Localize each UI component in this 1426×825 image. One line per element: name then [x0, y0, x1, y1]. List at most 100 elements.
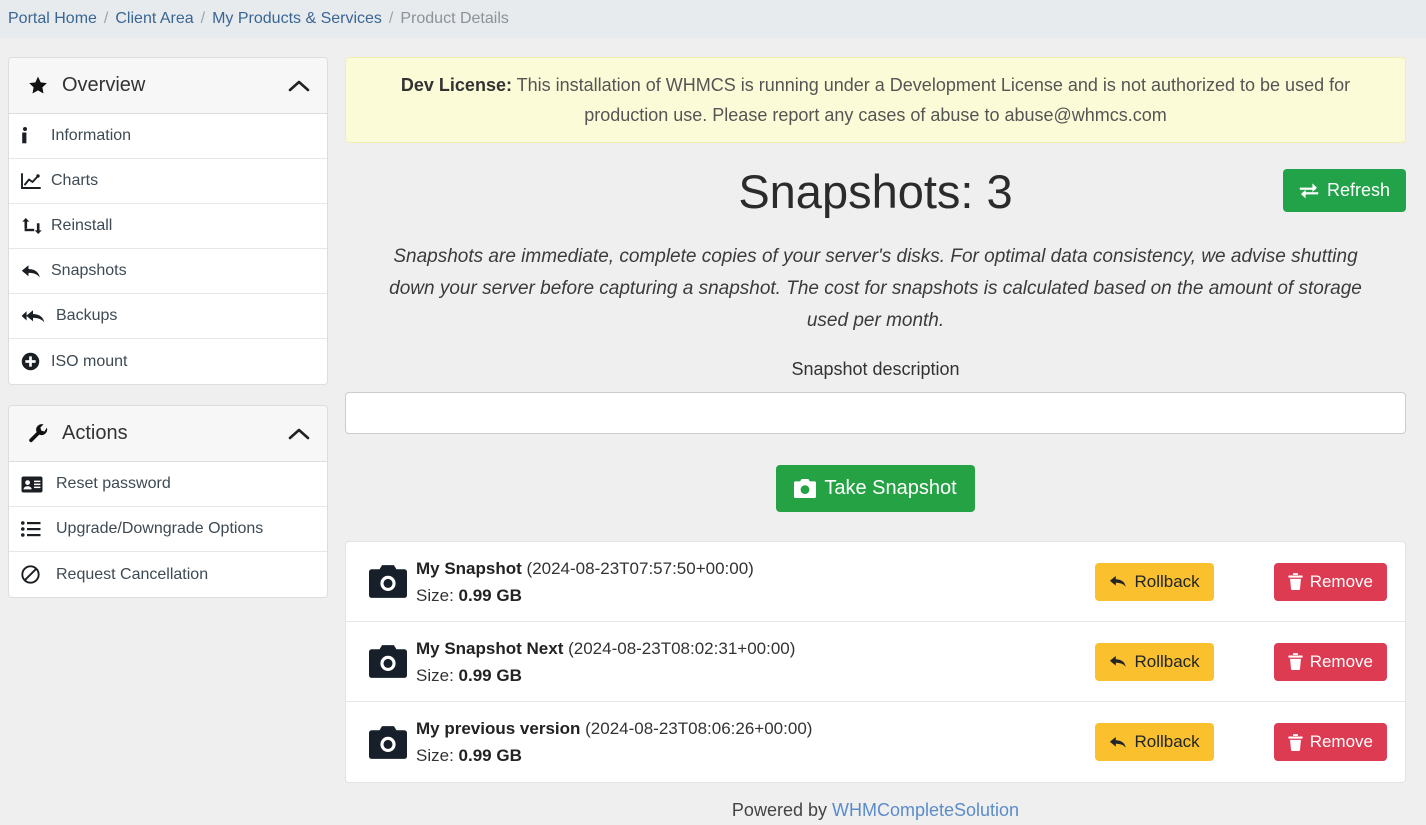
sidebar-item-label: Upgrade/Downgrade Options [56, 520, 264, 537]
sidebar-item-request-cancellation[interactable]: Request Cancellation [9, 552, 327, 597]
breadcrumb-separator: / [388, 10, 394, 27]
take-snapshot-row: Take Snapshot [345, 465, 1406, 512]
remove-button-label: Remove [1309, 651, 1373, 671]
camera-icon [360, 565, 416, 598]
sidebar-item-label: ISO mount [51, 352, 128, 370]
breadcrumb-item-product-details: Product Details [400, 10, 509, 27]
sidebar-panel-actions: Actions Reset password Upgrade/Downgrade… [8, 405, 328, 598]
sidebar-panel-overview: Overview Information Charts Reinstall Sn… [8, 57, 328, 385]
sidebar-item-label: Reinstall [51, 217, 113, 234]
reply-all-icon [21, 308, 49, 325]
remove-button-label: Remove [1309, 732, 1373, 751]
rollback-button-label: Rollback [1134, 651, 1200, 671]
snapshot-size-value: 0.99 GB [458, 746, 522, 765]
reply-icon [21, 263, 45, 280]
refresh-button[interactable]: Refresh [1282, 169, 1406, 212]
ban-icon [21, 565, 49, 584]
footer-prefix: Powered by [731, 800, 832, 820]
table-row: My Snapshot (2024-08-23T07:57:50+00:00) … [346, 542, 1405, 622]
list-icon [21, 521, 49, 537]
sidebar-item-reset-password[interactable]: Reset password [9, 462, 327, 507]
sidebar-panel-overview-title: Overview [62, 74, 146, 96]
take-snapshot-button[interactable]: Take Snapshot [776, 465, 975, 512]
reply-icon [1109, 654, 1127, 669]
intro-text: Snapshots are immediate, complete copies… [389, 246, 1362, 331]
retweet-icon [21, 217, 45, 235]
remove-button[interactable]: Remove [1273, 723, 1387, 761]
plus-circle-icon [21, 352, 45, 371]
rollback-button[interactable]: Rollback [1095, 562, 1214, 601]
reply-icon [1109, 574, 1127, 589]
remove-button[interactable]: Remove [1273, 562, 1387, 601]
sidebar-item-label: Request Cancellation [56, 565, 209, 583]
snapshot-size-value: 0.99 GB [458, 665, 522, 685]
camera-icon [360, 645, 416, 678]
snapshot-size-label: Size: [416, 746, 454, 765]
breadcrumb-item-my-products-services[interactable]: My Products & Services [212, 10, 382, 28]
sidebar-item-snapshots[interactable]: Snapshots [9, 249, 327, 294]
dev-license-alert-strong: Dev License: [400, 75, 512, 95]
snapshot-description-input[interactable] [345, 392, 1406, 434]
chart-line-icon [21, 172, 45, 190]
snapshot-date: (2024-08-23T08:02:31+00:00) [568, 638, 796, 658]
snapshot-info: My previous version (2024-08-23T08:06:26… [416, 715, 1095, 769]
rollback-button-label: Rollback [1134, 732, 1200, 751]
sidebar-item-label: Backups [56, 307, 118, 324]
chevron-up-icon[interactable] [288, 427, 310, 441]
sidebar-item-iso-mount[interactable]: ISO mount [9, 339, 327, 384]
sidebar-panel-actions-title: Actions [62, 422, 128, 444]
snapshot-size-value: 0.99 GB [458, 585, 522, 605]
rollback-button-label: Rollback [1134, 571, 1200, 591]
sidebar-item-label: Charts [51, 172, 99, 189]
refresh-button-label: Refresh [1326, 180, 1390, 200]
exchange-icon [1299, 182, 1319, 199]
breadcrumb-separator: / [103, 10, 109, 27]
star-icon [26, 75, 50, 96]
snapshot-size-label: Size: [416, 665, 454, 685]
breadcrumb: Portal Home / Client Area / My Products … [0, 0, 1426, 38]
snapshot-list: My Snapshot (2024-08-23T07:57:50+00:00) … [345, 541, 1406, 783]
camera-icon [794, 479, 817, 498]
sidebar-item-backups[interactable]: Backups [9, 294, 327, 339]
sidebar-item-upgrade-downgrade-options[interactable]: Upgrade/Downgrade Options [9, 507, 327, 552]
info-icon [21, 127, 45, 145]
reply-icon [1109, 735, 1127, 750]
snapshot-name: My previous version [416, 719, 581, 738]
wrench-icon [26, 423, 50, 445]
sidebar-item-information[interactable]: Information [9, 114, 327, 159]
dev-license-alert: Dev License: This installation of WHMCS … [345, 57, 1406, 143]
sidebar-item-charts[interactable]: Charts [9, 159, 327, 204]
table-row: My previous version (2024-08-23T08:06:26… [346, 702, 1405, 782]
snapshot-info: My Snapshot (2024-08-23T07:57:50+00:00) … [416, 555, 1095, 609]
sidebar-item-label: Reset password [56, 475, 171, 492]
sidebar-panel-actions-header[interactable]: Actions [9, 406, 327, 462]
trash-icon [1288, 573, 1303, 590]
breadcrumb-item-portal-home[interactable]: Portal Home [8, 10, 97, 28]
rollback-button[interactable]: Rollback [1095, 642, 1214, 681]
sidebar-item-reinstall[interactable]: Reinstall [9, 204, 327, 249]
dev-license-alert-text: This installation of WHMCS is running un… [511, 75, 1351, 125]
remove-button-label: Remove [1309, 571, 1373, 591]
remove-button[interactable]: Remove [1273, 642, 1387, 681]
sidebar-panel-overview-header[interactable]: Overview [9, 58, 327, 114]
table-row: My Snapshot Next (2024-08-23T08:02:31+00… [346, 622, 1405, 702]
camera-icon [360, 725, 416, 759]
rollback-button[interactable]: Rollback [1095, 723, 1214, 761]
main-content: Dev License: This installation of WHMCS … [345, 57, 1406, 821]
trash-icon [1288, 653, 1303, 670]
take-snapshot-button-label: Take Snapshot [824, 477, 957, 499]
page-title: Snapshots: 3 [738, 165, 1013, 218]
snapshot-date: (2024-08-23T08:06:26+00:00) [585, 719, 813, 738]
snapshot-info: My Snapshot Next (2024-08-23T08:02:31+00… [416, 635, 1095, 689]
title-row: Snapshots: 3 Refresh [345, 157, 1406, 227]
footer-link[interactable]: WHMCompleteSolution [832, 800, 1019, 820]
sidebar-item-label: Information [51, 127, 132, 144]
snapshot-date: (2024-08-23T07:57:50+00:00) [526, 558, 754, 578]
breadcrumb-item-client-area[interactable]: Client Area [115, 10, 193, 28]
chevron-up-icon[interactable] [288, 79, 310, 93]
snapshot-size-label: Size: [416, 585, 454, 605]
snapshot-name: My Snapshot Next [416, 638, 564, 658]
sidebar: Overview Information Charts Reinstall Sn… [8, 57, 328, 618]
snapshot-name: My Snapshot [416, 558, 522, 578]
breadcrumb-separator: / [200, 10, 206, 27]
